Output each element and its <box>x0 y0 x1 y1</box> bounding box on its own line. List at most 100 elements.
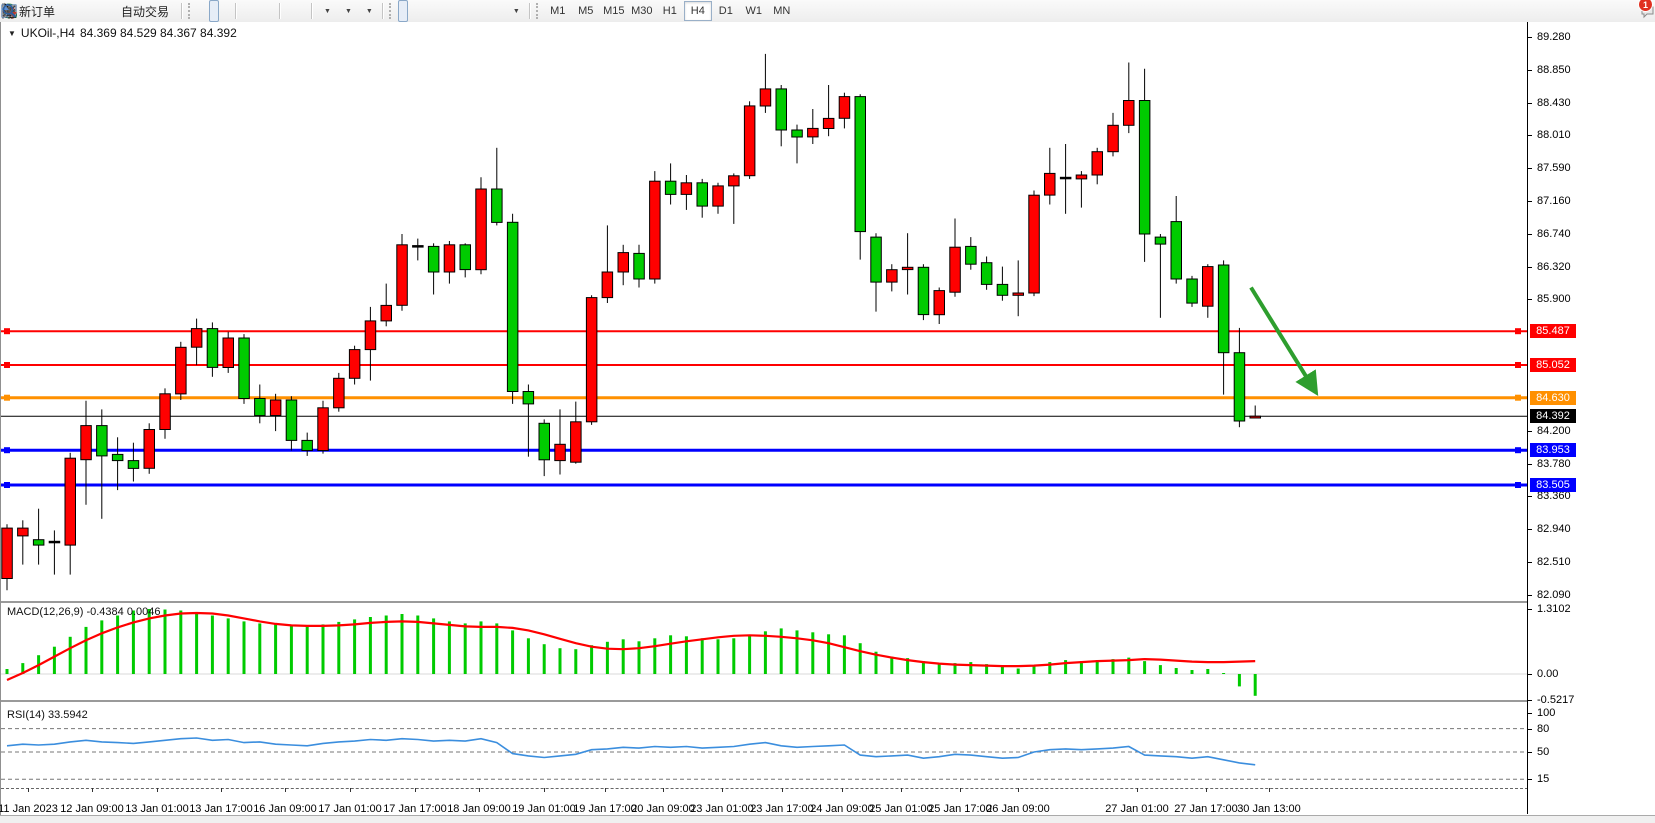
rsi-line <box>7 738 1255 765</box>
timeframe-button-M30[interactable]: M30 <box>628 1 656 21</box>
line-chart-icon[interactable] <box>221 0 231 22</box>
time-label: 23 Jan 17:00 <box>750 803 814 815</box>
line-handle[interactable] <box>1515 328 1521 334</box>
line-handle[interactable] <box>4 328 10 334</box>
collapse-icon[interactable]: ▼ <box>8 29 16 38</box>
candlestick-chart-icon[interactable] <box>209 0 219 22</box>
current-price-badge: 84.392 <box>1530 409 1576 423</box>
arrows-shapes-icon[interactable]: ▼ <box>506 0 525 22</box>
tile-windows-icon[interactable] <box>265 0 275 22</box>
zoom-out-icon[interactable] <box>253 0 263 22</box>
line-handle[interactable] <box>4 362 10 368</box>
line-handle[interactable] <box>4 482 10 488</box>
time-tick <box>1018 788 1019 792</box>
candles[interactable] <box>2 54 1261 590</box>
horizontal-line-icon[interactable] <box>434 0 444 22</box>
fibonacci-icon[interactable]: F <box>470 0 480 22</box>
data-window-icon[interactable] <box>77 0 87 22</box>
axis-tick <box>1528 103 1532 104</box>
time-label: 20 Jan 09:00 <box>631 803 695 815</box>
timeframe-button-H1[interactable]: H1 <box>656 1 684 21</box>
time-tick <box>1137 788 1138 792</box>
price-tick-label: 87.160 <box>1537 195 1571 207</box>
new-order-label: 新订单 <box>16 3 58 20</box>
main-toolbar: 新订单 自动交易 <box>0 0 1655 23</box>
line-handle[interactable] <box>4 447 10 453</box>
toolbar-separator <box>279 3 281 19</box>
toolbar-grip <box>536 3 542 19</box>
timeframe-button-M1[interactable]: M1 <box>544 1 572 21</box>
price-tick-label: 82.940 <box>1537 523 1571 535</box>
line-handle[interactable] <box>1515 482 1521 488</box>
auto-scroll-icon[interactable] <box>297 0 307 22</box>
time-label: 27 Jan 17:00 <box>1174 803 1238 815</box>
price-tick-label: 89.280 <box>1537 31 1571 43</box>
timeframe-group: M1M5M15M30H1H4D1W1MN <box>544 1 796 21</box>
timeframe-button-H4[interactable]: H4 <box>684 1 712 21</box>
chevron-down-icon: ▼ <box>513 8 520 15</box>
crosshair-icon[interactable] <box>410 0 420 22</box>
new-order-button[interactable]: 新订单 <box>11 0 63 22</box>
chart-shift-icon[interactable] <box>285 0 295 22</box>
bar-chart-icon[interactable] <box>197 0 207 22</box>
chart-window[interactable]: ▼ UKOil-,H4 84.369 84.529 84.367 84.392 … <box>0 22 1655 815</box>
price-tick-label: 86.320 <box>1537 261 1571 273</box>
price-tick-label: 85.900 <box>1537 293 1571 305</box>
navigator-icon[interactable] <box>89 0 99 22</box>
axis-tick <box>1528 70 1532 71</box>
new-chart-icon[interactable]: ▼ <box>317 0 336 22</box>
rsi-panel[interactable] <box>1 706 1528 788</box>
time-tick <box>722 788 723 792</box>
axis-tick <box>1528 729 1532 730</box>
rsi-indicator-label: RSI(14) 33.5942 <box>7 709 88 721</box>
time-label: 11 Jan 2023 <box>0 803 58 815</box>
ohlc-values: 84.369 84.529 84.367 84.392 <box>80 26 237 40</box>
price-tick-label: 82.090 <box>1537 589 1571 601</box>
time-label: 12 Jan 09:00 <box>60 803 124 815</box>
notifications-icon[interactable]: 1 <box>1638 0 1648 22</box>
axis-tick <box>1528 234 1532 235</box>
search-icon[interactable] <box>1626 0 1636 22</box>
line-handle[interactable] <box>1515 362 1521 368</box>
zoom-in-icon[interactable] <box>241 0 251 22</box>
timeframe-button-MN[interactable]: MN <box>768 1 796 21</box>
price-tick-label: 88.850 <box>1537 64 1571 76</box>
line-handle[interactable] <box>1515 447 1521 453</box>
cursor-icon[interactable] <box>398 0 408 22</box>
symbol-period-label: UKOil-,H4 <box>21 26 75 40</box>
time-tick <box>544 788 545 792</box>
axis-tick <box>1528 464 1532 465</box>
autotrading-button[interactable]: 自动交易 <box>113 0 177 22</box>
price-level-badge: 83.505 <box>1530 478 1576 492</box>
period-icon[interactable]: ▼ <box>338 0 357 22</box>
axis-tick <box>1528 267 1532 268</box>
time-tick <box>782 788 783 792</box>
panel-separator[interactable] <box>1 700 1528 703</box>
line-handle[interactable] <box>1515 395 1521 401</box>
vertical-line-icon[interactable] <box>422 0 432 22</box>
template-icon[interactable]: ▼ <box>359 0 378 22</box>
timeframe-button-M15[interactable]: M15 <box>600 1 628 21</box>
market-watch-icon[interactable] <box>65 0 75 22</box>
time-tick <box>1269 788 1270 792</box>
trend-arrow[interactable] <box>1251 288 1314 390</box>
line-handle[interactable] <box>4 395 10 401</box>
equidistant-channel-icon[interactable]: E <box>458 0 468 22</box>
text-label-icon[interactable]: T <box>494 0 504 22</box>
timeframe-button-M5[interactable]: M5 <box>572 1 600 21</box>
axis-tick <box>1528 674 1532 675</box>
timeframe-button-D1[interactable]: D1 <box>712 1 740 21</box>
timeframe-button-W1[interactable]: W1 <box>740 1 768 21</box>
terminal-icon[interactable] <box>101 0 111 22</box>
time-tick <box>605 788 606 792</box>
price-tick-label: 87.590 <box>1537 162 1571 174</box>
time-label: 16 Jan 09:00 <box>253 803 317 815</box>
macd-panel[interactable] <box>1 603 1528 700</box>
time-label: 23 Jan 01:00 <box>690 803 754 815</box>
price-chart[interactable] <box>1 22 1528 601</box>
text-icon[interactable]: A <box>482 0 492 22</box>
autotrading-label: 自动交易 <box>118 3 172 20</box>
trendline-icon[interactable] <box>446 0 456 22</box>
price-level-badge: 83.953 <box>1530 443 1576 457</box>
price-tick-label: 88.430 <box>1537 97 1571 109</box>
